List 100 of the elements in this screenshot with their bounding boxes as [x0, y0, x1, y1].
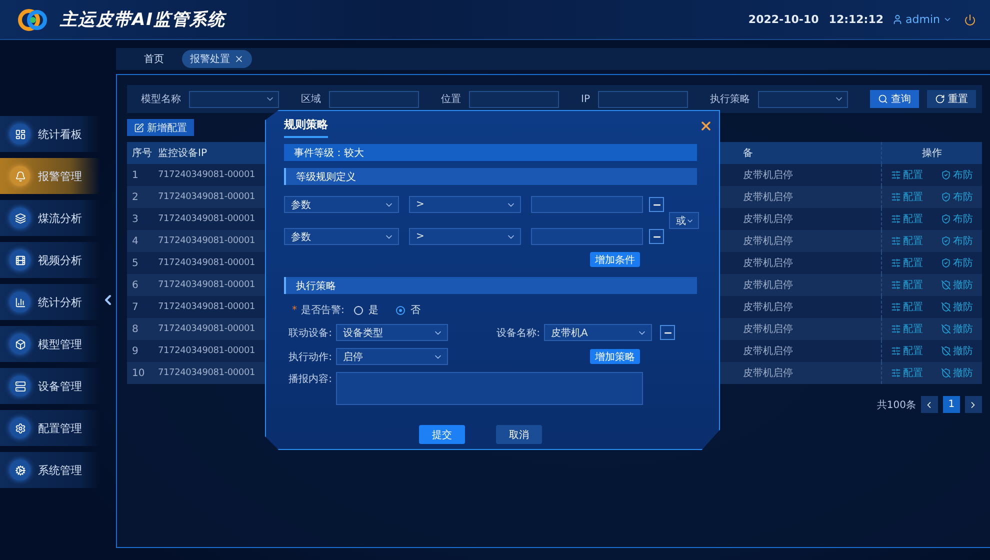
- filter-select[interactable]: [758, 90, 848, 108]
- sliders-icon: [890, 324, 901, 334]
- sidebar-item[interactable]: 配置管理: [0, 410, 100, 446]
- arm-link[interactable]: 布防: [940, 234, 973, 248]
- close-button[interactable]: [699, 119, 713, 133]
- tab[interactable]: 首页: [136, 50, 172, 68]
- arm-link[interactable]: 布防: [940, 212, 973, 226]
- reset-button[interactable]: 重置: [926, 90, 976, 108]
- table-cell: 717240349081-00001: [158, 170, 255, 180]
- disarm-link[interactable]: 撤防: [940, 322, 973, 336]
- shield-check-icon: [940, 192, 951, 202]
- page-button[interactable]: 1: [942, 396, 960, 413]
- filter-input[interactable]: [329, 90, 419, 108]
- operator-select[interactable]: >: [409, 228, 521, 245]
- config-link[interactable]: 配置: [890, 300, 923, 314]
- shield-check-icon: [940, 170, 951, 180]
- table-cell: 3: [132, 214, 138, 224]
- config-link[interactable]: 配置: [890, 234, 923, 248]
- shield-off-icon: [940, 346, 951, 356]
- add-strategy-button[interactable]: 增加策略: [590, 349, 640, 364]
- arm-link[interactable]: 布防: [940, 190, 973, 204]
- config-link[interactable]: 配置: [890, 322, 923, 336]
- submit-button[interactable]: 提交: [419, 425, 465, 444]
- cancel-button[interactable]: 取消: [496, 425, 542, 444]
- column-header: 序号: [132, 146, 152, 160]
- power-button[interactable]: [964, 14, 976, 26]
- search-button[interactable]: 查询: [870, 90, 919, 108]
- disarm-link[interactable]: 撤防: [940, 278, 973, 292]
- arm-link[interactable]: 布防: [940, 168, 973, 182]
- config-link[interactable]: 配置: [890, 366, 923, 380]
- config-link[interactable]: 配置: [890, 278, 923, 292]
- form-label: 设备名称:: [496, 326, 540, 340]
- table-cell-text: 皮带机启停: [742, 278, 793, 292]
- table-cell: 717240349081-00001: [158, 346, 255, 356]
- tab[interactable]: 报警处置: [182, 50, 252, 68]
- config-link[interactable]: 配置: [890, 344, 923, 358]
- shield-off-icon: [940, 368, 951, 378]
- radio-option[interactable]: 否: [396, 303, 420, 317]
- next-page-button[interactable]: [964, 396, 982, 413]
- table-cell: 717240349081-00001: [158, 280, 255, 290]
- table-cell: 717240349081-00001: [158, 192, 255, 202]
- table-cell: 6: [132, 280, 138, 290]
- table-cell: 717240349081-00001: [158, 214, 255, 224]
- filter-select[interactable]: [189, 90, 279, 108]
- prev-page-button[interactable]: [920, 396, 938, 413]
- filter-label: 执行策略: [710, 92, 750, 106]
- broadcast-textarea[interactable]: [336, 372, 643, 405]
- value-input[interactable]: [531, 228, 643, 245]
- filter-input[interactable]: [598, 90, 688, 108]
- disarm-link[interactable]: 撤防: [940, 344, 973, 358]
- sliders-icon: [890, 346, 901, 356]
- sidebar-item[interactable]: 设备管理: [0, 368, 100, 404]
- table-cell-text: 皮带机启停: [742, 322, 793, 336]
- param-select[interactable]: 参数: [284, 228, 399, 245]
- user-menu[interactable]: admin: [892, 13, 952, 26]
- dashboard-icon: [10, 124, 30, 144]
- section-title: 执行策略: [296, 280, 336, 292]
- sidebar-item[interactable]: 煤流分析: [0, 200, 100, 236]
- action-select[interactable]: 启停: [336, 348, 448, 365]
- radio-option[interactable]: 是: [354, 303, 378, 317]
- table-cell: 10: [132, 368, 145, 378]
- config-link[interactable]: 配置: [890, 168, 923, 182]
- form-label: 执行动作:: [288, 350, 332, 364]
- power-icon: [964, 14, 976, 26]
- logo-icon: [18, 8, 48, 32]
- table-cell-text: 皮带机启停: [742, 366, 793, 380]
- param-select[interactable]: 参数: [284, 196, 399, 213]
- linkage-select[interactable]: 设备类型: [336, 324, 448, 341]
- config-link[interactable]: 配置: [890, 212, 923, 226]
- table-cell: 8: [132, 324, 138, 334]
- operator-select[interactable]: >: [409, 196, 521, 213]
- sidebar-item[interactable]: 统计看板: [0, 116, 100, 152]
- sliders-icon: [890, 258, 901, 268]
- add-condition-button[interactable]: 增加条件: [590, 252, 640, 267]
- table-cell-text: 皮带机启停: [742, 300, 793, 314]
- arm-link[interactable]: 布防: [940, 256, 973, 270]
- shield-check-icon: [940, 236, 951, 246]
- sidebar-item[interactable]: 视频分析: [0, 242, 100, 278]
- value-input[interactable]: [531, 196, 643, 213]
- sidebar-item[interactable]: 系统管理: [0, 452, 100, 488]
- table-cell: 717240349081-00001: [158, 324, 255, 334]
- filter-input[interactable]: [469, 90, 559, 108]
- sidebar-item[interactable]: 统计分析: [0, 284, 100, 320]
- sidebar-item[interactable]: 报警管理: [0, 158, 100, 194]
- config-link[interactable]: 配置: [890, 256, 923, 270]
- logic-select[interactable]: 或: [669, 212, 699, 229]
- remove-button[interactable]: [649, 197, 664, 212]
- disarm-link[interactable]: 撤防: [940, 300, 973, 314]
- disarm-link[interactable]: 撤防: [940, 366, 973, 380]
- device-name-select[interactable]: 皮带机A: [544, 324, 652, 341]
- config-link[interactable]: 配置: [890, 190, 923, 204]
- sliders-icon: [890, 236, 901, 246]
- close-icon[interactable]: [234, 54, 244, 64]
- table-cell: 2: [132, 192, 138, 202]
- sidebar-item[interactable]: 模型管理: [0, 326, 100, 362]
- remove-button[interactable]: [649, 229, 664, 244]
- film-icon: [10, 250, 30, 270]
- add-config-button[interactable]: 新增配置: [127, 119, 194, 136]
- table-cell-text: 皮带机启停: [742, 256, 793, 270]
- remove-button[interactable]: [660, 325, 675, 340]
